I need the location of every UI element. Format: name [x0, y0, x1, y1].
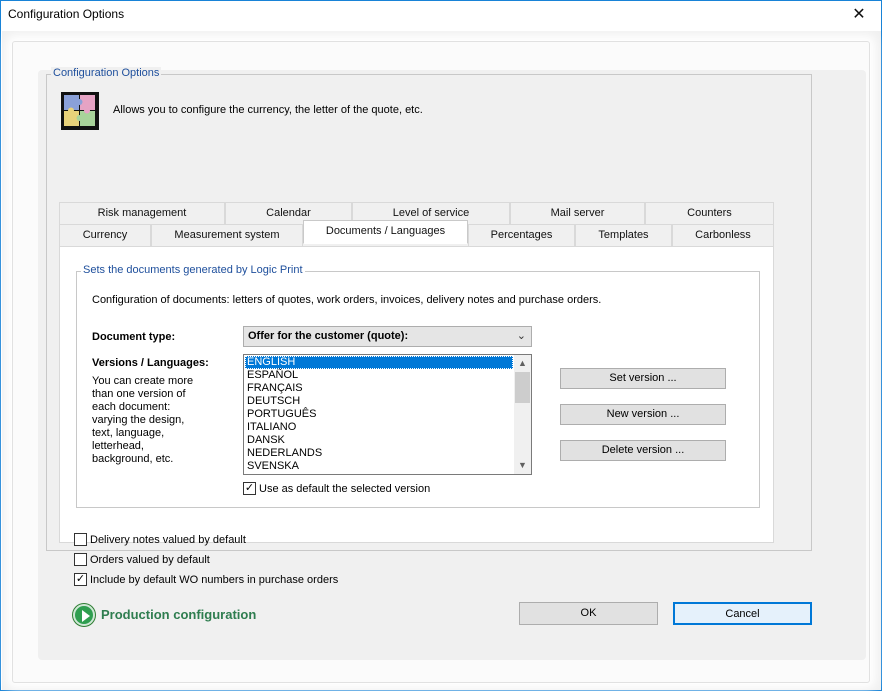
- new-version-button[interactable]: New version ...: [560, 404, 726, 425]
- dialog-client: Configuration Options Allows you to conf…: [2, 31, 881, 690]
- help-line: varying the design,: [92, 414, 185, 426]
- tab-measurement-system[interactable]: Measurement system: [151, 224, 303, 246]
- orders-valued-checkbox[interactable]: Orders valued by default: [74, 553, 210, 566]
- title-bar[interactable]: Configuration Options ✕: [1, 1, 881, 30]
- delivery-notes-label: Delivery notes valued by default: [90, 533, 246, 546]
- list-item[interactable]: DANSK: [245, 434, 513, 447]
- tab-mail-server[interactable]: Mail server: [510, 202, 645, 224]
- orders-valued-label: Orders valued by default: [90, 553, 210, 566]
- tab-templates[interactable]: Templates: [575, 224, 672, 246]
- tab-risk-management[interactable]: Risk management: [59, 202, 225, 224]
- tab-counters[interactable]: Counters: [645, 202, 774, 224]
- versions-languages-label: Versions / Languages:: [92, 357, 209, 369]
- play-circle-icon[interactable]: [73, 604, 95, 626]
- configuration-options-group: Configuration Options Allows you to conf…: [46, 67, 812, 586]
- documents-intro: Configuration of documents: letters of q…: [92, 294, 602, 306]
- dialog-window: Configuration Options ✕ Configuration Op…: [0, 0, 882, 691]
- versions-help-text: You can create more than one version of …: [92, 375, 193, 466]
- list-item[interactable]: ITALIANO: [245, 421, 513, 434]
- list-scrollbar[interactable]: ▲ ▼: [514, 355, 531, 474]
- tab-documents-languages[interactable]: Documents / Languages: [303, 220, 468, 244]
- help-line: You can create more: [92, 375, 194, 387]
- help-line: background, etc.: [92, 453, 174, 465]
- window-title: Configuration Options: [8, 7, 125, 21]
- versions-listbox[interactable]: ENGLISH ESPAÑOL FRANÇAIS DEUTSCH PORTUGU…: [243, 354, 532, 475]
- help-line: each document:: [92, 401, 171, 413]
- scroll-thumb[interactable]: [515, 372, 530, 403]
- delivery-notes-checkbox[interactable]: Delivery notes valued by default: [74, 533, 246, 546]
- puzzle-icon: [61, 92, 99, 130]
- group-legend: Configuration Options: [51, 67, 162, 79]
- list-item[interactable]: FRANÇAIS: [245, 382, 513, 395]
- list-item[interactable]: DEUTSCH: [245, 395, 513, 408]
- close-icon[interactable]: ✕: [837, 1, 881, 30]
- set-version-button[interactable]: Set version ...: [560, 368, 726, 389]
- tab-currency[interactable]: Currency: [59, 224, 151, 246]
- help-line: than one version of: [92, 388, 186, 400]
- document-type-value: Offer for the customer (quote):: [248, 330, 409, 342]
- checkbox-unchecked-icon: [74, 553, 87, 566]
- ok-button[interactable]: OK: [519, 602, 658, 625]
- tab-carbonless[interactable]: Carbonless: [672, 224, 774, 246]
- scroll-down-icon[interactable]: ▼: [514, 457, 531, 474]
- cancel-button[interactable]: Cancel: [673, 602, 812, 625]
- include-wo-numbers-label: Include by default WO numbers in purchas…: [90, 573, 339, 586]
- list-item[interactable]: NEDERLANDS: [245, 447, 513, 460]
- list-item[interactable]: PORTUGUÊS: [245, 408, 513, 421]
- list-item[interactable]: ENGLISH: [245, 356, 513, 369]
- list-item[interactable]: ESPAÑOL: [245, 369, 513, 382]
- document-type-label: Document type:: [92, 331, 176, 343]
- help-line: letterhead,: [92, 440, 144, 452]
- checkbox-checked-icon: ✓: [243, 482, 256, 495]
- use-default-label: Use as default the selected version: [259, 482, 431, 495]
- checkbox-checked-icon: ✓: [74, 573, 87, 586]
- production-configuration-link[interactable]: Production configuration: [101, 607, 256, 622]
- list-item[interactable]: SVENSKA: [245, 460, 513, 473]
- group-description: Allows you to configure the currency, th…: [113, 104, 423, 116]
- help-line: text, language,: [92, 427, 165, 439]
- checkbox-unchecked-icon: [74, 533, 87, 546]
- documents-group: Sets the documents generated by Logic Pr…: [76, 264, 760, 508]
- document-type-select[interactable]: Offer for the customer (quote): ⌄: [243, 326, 532, 347]
- documents-group-legend: Sets the documents generated by Logic Pr…: [81, 264, 305, 276]
- use-default-checkbox[interactable]: ✓ Use as default the selected version: [243, 482, 430, 495]
- scroll-up-icon[interactable]: ▲: [514, 355, 531, 372]
- chevron-down-icon: ⌄: [516, 330, 526, 342]
- include-wo-numbers-checkbox[interactable]: ✓ Include by default WO numbers in purch…: [74, 573, 338, 586]
- documents-languages-panel: Sets the documents generated by Logic Pr…: [59, 246, 774, 543]
- tab-percentages[interactable]: Percentages: [468, 224, 575, 246]
- versions-list: ENGLISH ESPAÑOL FRANÇAIS DEUTSCH PORTUGU…: [245, 356, 513, 473]
- delete-version-button[interactable]: Delete version ...: [560, 440, 726, 461]
